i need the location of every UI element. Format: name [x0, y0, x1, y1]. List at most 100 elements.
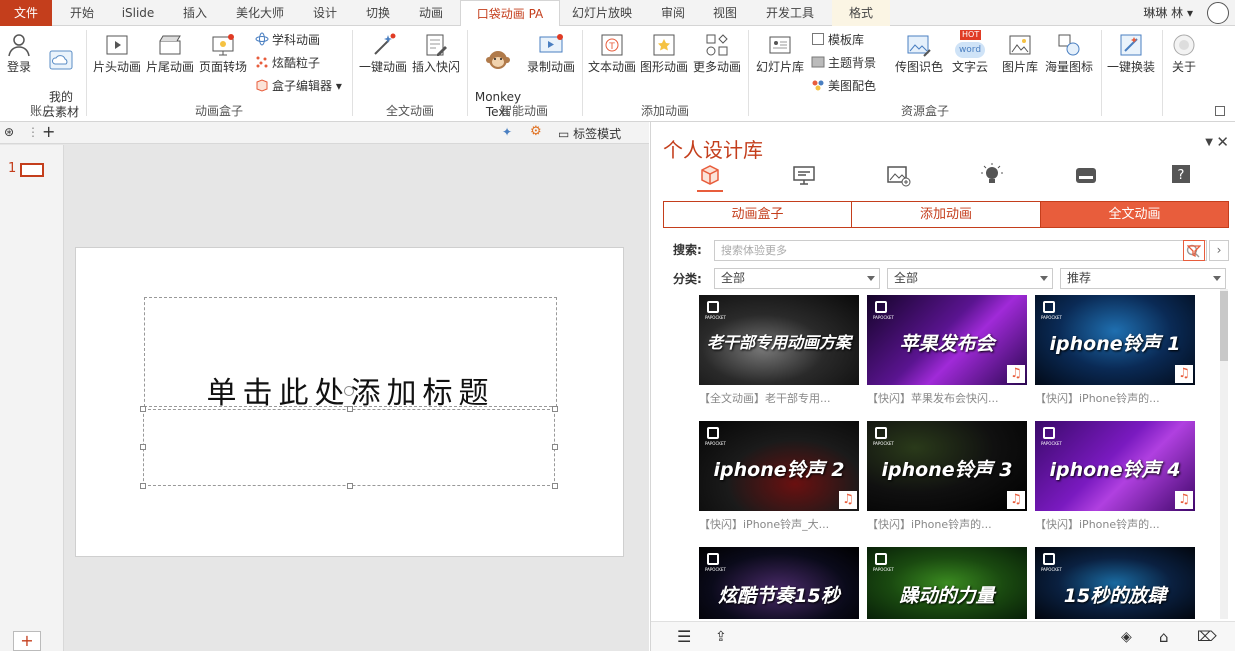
next-arrow-button[interactable]: › [1209, 240, 1229, 261]
tag-mode-button[interactable]: ▭ 标签模式 [558, 125, 621, 142]
intro-animation-button[interactable]: 片头动画 [92, 32, 142, 75]
drive-icon[interactable] [1073, 162, 1099, 188]
menu-icon[interactable]: ☰ [677, 629, 693, 645]
picture-color-button[interactable]: 传图识色 [892, 32, 946, 75]
resize-handle[interactable] [347, 406, 353, 412]
resize-handle[interactable] [552, 483, 558, 489]
add-icon[interactable]: + [42, 122, 55, 141]
tab-beautify[interactable]: 美化大师 [226, 0, 294, 26]
theme-background-button[interactable]: 主题背景 [811, 55, 876, 71]
card-thumbnail[interactable]: PAPOCKET iphone铃声 1 ♫ [1035, 295, 1195, 385]
animation-box-icon[interactable] [697, 162, 723, 188]
subject-animation-button[interactable]: 学科动画 [255, 32, 320, 48]
clean-icon[interactable]: ⌦ [1197, 629, 1217, 645]
more-dots-icon[interactable]: ⋮ [27, 125, 39, 139]
subtab-add-animation[interactable]: 添加动画 [852, 202, 1041, 227]
tab-home[interactable]: 开始 [58, 0, 106, 26]
resize-handle[interactable] [140, 483, 146, 489]
category-select-1[interactable]: 全部 [714, 268, 880, 289]
slideshow-icon[interactable] [791, 162, 817, 188]
subtab-full-animation[interactable]: 全文动画 [1041, 202, 1228, 227]
image-add-icon[interactable] [885, 162, 911, 188]
record-animation-button[interactable]: 录制动画 [525, 32, 577, 75]
tab-design[interactable]: 设计 [300, 0, 350, 26]
new-slide-button[interactable]: + [13, 631, 41, 651]
shape-animation-button[interactable]: 图形动画 [639, 32, 689, 75]
tab-format[interactable]: 格式 [832, 0, 890, 26]
one-click-skin-button[interactable]: 一键换装 [1104, 32, 1158, 75]
tab-insert[interactable]: 插入 [170, 0, 220, 26]
layers-icon[interactable]: ◈ [1121, 629, 1137, 645]
card-thumbnail[interactable]: PAPOCKET iphone铃声 2 ♫ [699, 421, 859, 511]
color-match-button[interactable]: 美图配色 [811, 78, 876, 94]
subtab-animation-box[interactable]: 动画盒子 [664, 202, 852, 227]
tab-file[interactable]: 文件 [0, 0, 52, 26]
resize-handle[interactable] [347, 483, 353, 489]
avatar[interactable] [1207, 2, 1229, 24]
resize-handle[interactable] [140, 444, 146, 450]
picture-library-button[interactable]: 图片库 [999, 32, 1041, 75]
upload-icon[interactable]: ⇪ [715, 629, 731, 645]
tab-transitions[interactable]: 切换 [354, 0, 402, 26]
card-thumbnail[interactable]: PAPOCKET 躁动的力量 [867, 547, 1027, 619]
ribbon-options-icon[interactable] [1215, 106, 1225, 116]
outro-animation-button[interactable]: 片尾动画 [145, 32, 195, 75]
resize-handle[interactable] [140, 406, 146, 412]
about-button[interactable]: 关于 [1166, 32, 1202, 75]
sort-select[interactable]: 推荐 [1060, 268, 1226, 289]
text-animation-button[interactable]: T 文本动画 [587, 32, 637, 75]
login-button[interactable]: 登录 [4, 32, 34, 75]
one-click-animation-button[interactable]: 一键动画 [358, 32, 408, 75]
subtitle-placeholder[interactable] [140, 386, 558, 489]
box-editor-button[interactable]: 盒子编辑器 ▾ [255, 78, 342, 94]
tab-animations[interactable]: 动画 [406, 0, 456, 26]
slide[interactable]: 单击此处添加标题 [75, 247, 624, 557]
resize-handle[interactable] [552, 406, 558, 412]
card-thumbnail[interactable]: PAPOCKET 老干部专用动画方案 [699, 295, 859, 385]
template-library-button[interactable]: 模板库 [811, 32, 864, 48]
tab-developer[interactable]: 开发工具 [754, 0, 826, 26]
template-card[interactable]: PAPOCKET 炫酷节奏15秒 [699, 547, 859, 619]
filter-button[interactable] [1183, 240, 1205, 261]
user-name[interactable]: 琳琳 林 ▾ [1143, 0, 1193, 26]
help-icon[interactable]: ? [1167, 162, 1193, 188]
template-card[interactable]: PAPOCKET iphone铃声 2 ♫ 【快闪】iPhone铃声_大... [699, 421, 859, 532]
scrollbar[interactable] [1220, 289, 1228, 619]
search-input[interactable]: 搜索体验更多 [714, 240, 1207, 261]
template-card[interactable]: PAPOCKET 躁动的力量 [867, 547, 1027, 619]
card-thumbnail[interactable]: PAPOCKET iphone铃声 4 ♫ [1035, 421, 1195, 511]
close-icon[interactable]: ✕ [1216, 133, 1229, 151]
lightbulb-icon[interactable] [979, 162, 1005, 188]
tab-islide[interactable]: iSlide [110, 0, 166, 26]
template-card[interactable]: PAPOCKET 苹果发布会 ♫ 【快闪】苹果发布会快闪... [867, 295, 1027, 406]
page-transition-button[interactable]: 页面转场 [197, 32, 249, 75]
tab-review[interactable]: 审阅 [650, 0, 696, 26]
particle-button[interactable]: 炫酷粒子 [255, 55, 320, 71]
icons-button[interactable]: 海量图标 [1042, 32, 1096, 75]
slide-library-button[interactable]: 幻灯片库 [753, 32, 807, 75]
text-cloud-button[interactable]: HOT word 文字云 [947, 30, 993, 75]
card-thumbnail[interactable]: PAPOCKET iphone铃声 3 ♫ [867, 421, 1027, 511]
tab-view[interactable]: 视图 [702, 0, 748, 26]
card-thumbnail[interactable]: PAPOCKET 苹果发布会 ♫ [867, 295, 1027, 385]
template-card[interactable]: PAPOCKET iphone铃声 4 ♫ 【快闪】iPhone铃声的... [1035, 421, 1195, 532]
category-select-2[interactable]: 全部 [887, 268, 1053, 289]
magic-wand-icon[interactable]: ✦ [502, 125, 512, 139]
template-card[interactable]: PAPOCKET iphone铃声 1 ♫ 【快闪】iPhone铃声的... [1035, 295, 1195, 406]
more-animation-button[interactable]: 更多动画 [691, 32, 743, 75]
home-icon[interactable]: ⌂ [1159, 629, 1175, 645]
slides-view-icon[interactable]: ⊛ [4, 125, 14, 139]
insert-flash-button[interactable]: 插入快闪 [411, 32, 461, 75]
tab-pocket-animation[interactable]: 口袋动画 PA [460, 0, 560, 27]
scrollbar-thumb[interactable] [1220, 291, 1228, 361]
card-thumbnail[interactable]: PAPOCKET 炫酷节奏15秒 [699, 547, 859, 619]
template-card[interactable]: PAPOCKET 老干部专用动画方案 【全文动画】老干部专用... [699, 295, 859, 406]
tab-slideshow[interactable]: 幻灯片放映 [564, 0, 640, 26]
template-card[interactable]: PAPOCKET 15秒的放肆 [1035, 547, 1195, 619]
gear-icon[interactable]: ⚙ [530, 124, 542, 139]
rotate-handle[interactable] [344, 386, 354, 396]
template-card[interactable]: PAPOCKET iphone铃声 3 ♫ 【快闪】iPhone铃声的... [867, 421, 1027, 532]
panel-menu-icon[interactable]: ▼ [1205, 137, 1213, 148]
resize-handle[interactable] [552, 444, 558, 450]
slide-thumbnail[interactable] [20, 163, 44, 177]
